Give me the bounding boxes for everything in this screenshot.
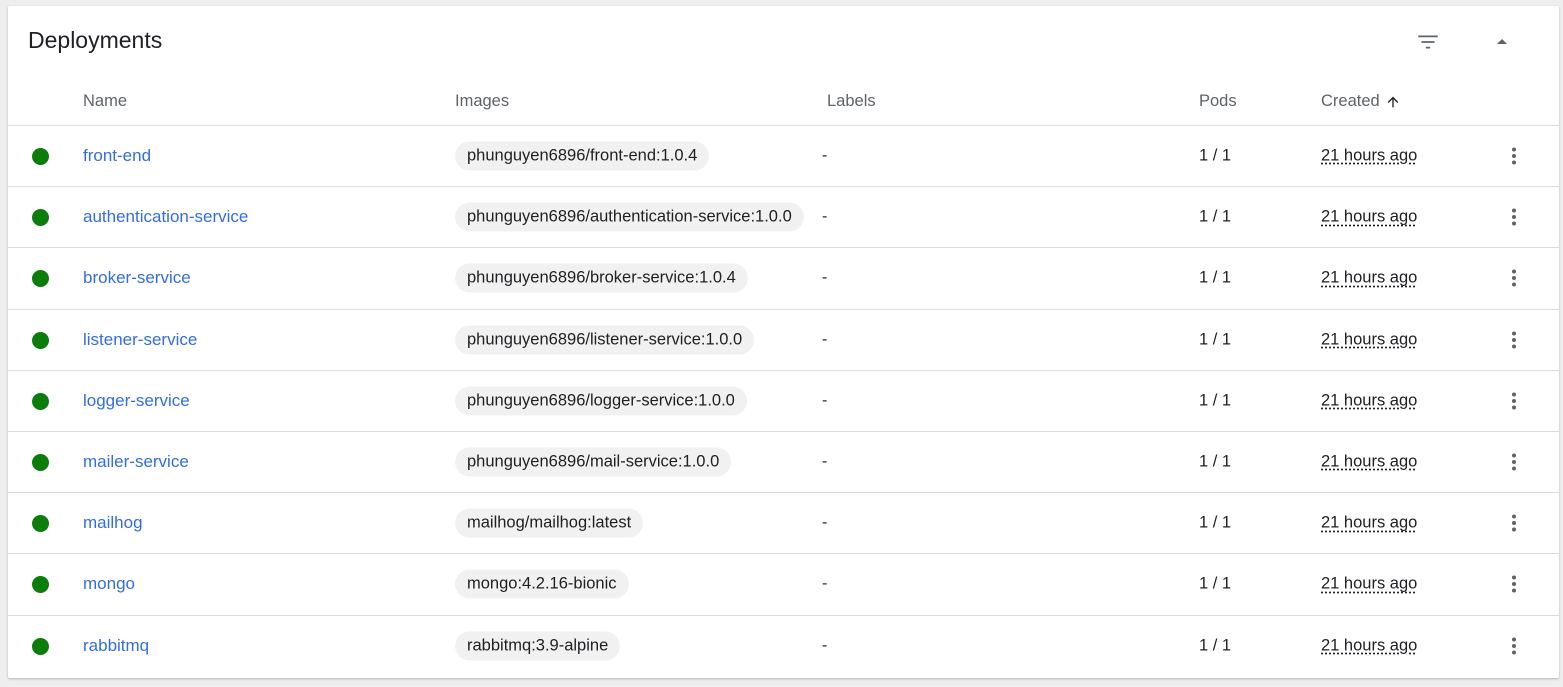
more-vert-icon <box>1512 269 1516 287</box>
pods-value: 1 / 1 <box>1199 146 1232 165</box>
table-row: mailer-service phunguyen6896/mail-servic… <box>8 432 1559 494</box>
labels-value: - <box>822 453 828 471</box>
status-ok-icon <box>32 209 49 227</box>
labels-value: - <box>822 391 828 409</box>
labels-value: - <box>822 269 828 287</box>
row-actions-button[interactable] <box>1496 199 1532 235</box>
table-row: mailhog mailhog/mailhog:latest - 1 / 1 2… <box>8 493 1559 555</box>
column-header-name: Name <box>83 92 128 110</box>
row-actions-button[interactable] <box>1496 505 1532 541</box>
column-header-created[interactable]: Created <box>1321 92 1401 111</box>
status-ok-icon <box>32 331 49 349</box>
arrow-drop-up-icon <box>1497 39 1507 44</box>
labels-value: - <box>822 147 828 165</box>
pods-value: 1 / 1 <box>1199 207 1232 226</box>
deployment-name-link[interactable]: listener-service <box>83 330 197 350</box>
row-actions-button[interactable] <box>1496 322 1532 358</box>
status-ok-icon <box>32 515 49 533</box>
arrow-upward-icon <box>1387 96 1399 107</box>
table-row: front-end phunguyen6896/front-end:1.0.4 … <box>8 126 1559 188</box>
created-value: 21 hours ago <box>1321 207 1418 226</box>
pods-value: 1 / 1 <box>1199 330 1232 349</box>
deployment-name-link[interactable]: mongo <box>83 574 135 594</box>
labels-value: - <box>822 637 828 655</box>
table-row: broker-service phunguyen6896/broker-serv… <box>8 248 1559 310</box>
table-row: rabbitmq rabbitmq:3.9-alpine - 1 / 1 21 … <box>8 616 1559 677</box>
image-chip: rabbitmq:3.9-alpine <box>455 631 621 661</box>
image-chip: phunguyen6896/mail-service:1.0.0 <box>455 447 732 477</box>
status-ok-icon <box>32 576 49 594</box>
card-header: Deployments <box>8 6 1559 78</box>
deployment-name-link[interactable]: mailhog <box>83 513 143 533</box>
labels-value: - <box>822 330 828 348</box>
table-row: listener-service phunguyen6896/listener-… <box>8 310 1559 371</box>
column-header-created-label: Created <box>1321 92 1380 110</box>
filter-list-icon <box>1418 35 1438 49</box>
image-chip: phunguyen6896/authentication-service:1.0… <box>455 202 804 232</box>
deployment-name-link[interactable]: logger-service <box>83 391 190 411</box>
row-actions-button[interactable] <box>1496 444 1532 480</box>
deployment-name-link[interactable]: rabbitmq <box>83 636 149 656</box>
labels-value: - <box>822 208 828 226</box>
pods-value: 1 / 1 <box>1199 513 1232 532</box>
status-ok-icon <box>32 454 49 472</box>
created-value: 21 hours ago <box>1321 391 1418 410</box>
status-ok-icon <box>32 148 49 166</box>
table-row: authentication-service phunguyen6896/aut… <box>8 187 1559 249</box>
pods-value: 1 / 1 <box>1199 636 1232 655</box>
more-vert-icon <box>1512 331 1516 349</box>
created-value: 21 hours ago <box>1321 636 1418 655</box>
created-value: 21 hours ago <box>1321 574 1418 593</box>
deployment-name-link[interactable]: broker-service <box>83 268 191 288</box>
table-row: logger-service phunguyen6896/logger-serv… <box>8 371 1559 432</box>
more-vert-icon <box>1512 637 1516 655</box>
deployment-name-link[interactable]: authentication-service <box>83 207 248 227</box>
table-header: Name Images Labels Pods Created <box>8 78 1559 126</box>
image-chip: mailhog/mailhog:latest <box>455 508 644 538</box>
deployment-name-link[interactable]: front-end <box>83 146 151 166</box>
status-ok-icon <box>32 392 49 410</box>
status-ok-icon <box>32 638 49 656</box>
image-chip: phunguyen6896/listener-service:1.0.0 <box>455 325 755 355</box>
column-header-pods: Pods <box>1199 92 1237 110</box>
more-vert-icon <box>1512 392 1516 410</box>
more-vert-icon <box>1512 147 1516 165</box>
pods-value: 1 / 1 <box>1199 268 1232 287</box>
more-vert-icon <box>1512 453 1516 471</box>
row-actions-button[interactable] <box>1496 260 1532 296</box>
more-vert-icon <box>1512 514 1516 532</box>
row-actions-button[interactable] <box>1496 383 1532 419</box>
collapse-button[interactable] <box>1482 22 1522 62</box>
row-actions-button[interactable] <box>1496 138 1532 174</box>
filter-button[interactable] <box>1408 22 1448 62</box>
deployments-card: Deployments Name Images Labels Pods Crea… <box>8 6 1559 678</box>
image-chip: phunguyen6896/front-end:1.0.4 <box>455 141 710 171</box>
row-actions-button[interactable] <box>1496 566 1532 602</box>
image-chip: phunguyen6896/logger-service:1.0.0 <box>455 386 747 416</box>
pods-value: 1 / 1 <box>1199 391 1232 410</box>
table-body: front-end phunguyen6896/front-end:1.0.4 … <box>8 126 1559 677</box>
column-header-images: Images <box>455 92 510 110</box>
image-chip: mongo:4.2.16-bionic <box>455 569 629 599</box>
labels-value: - <box>822 514 828 532</box>
card-title: Deployments <box>28 27 163 53</box>
labels-value: - <box>822 575 828 593</box>
created-value: 21 hours ago <box>1321 452 1418 471</box>
more-vert-icon <box>1512 208 1516 226</box>
image-chip: phunguyen6896/broker-service:1.0.4 <box>455 263 748 293</box>
deployment-name-link[interactable]: mailer-service <box>83 452 189 472</box>
more-vert-icon <box>1512 575 1516 593</box>
created-value: 21 hours ago <box>1321 513 1418 532</box>
created-value: 21 hours ago <box>1321 268 1418 287</box>
table-row: mongo mongo:4.2.16-bionic - 1 / 1 21 hou… <box>8 554 1559 616</box>
status-ok-icon <box>32 270 49 288</box>
created-value: 21 hours ago <box>1321 330 1418 349</box>
pods-value: 1 / 1 <box>1199 574 1232 593</box>
created-value: 21 hours ago <box>1321 146 1418 165</box>
column-header-labels: Labels <box>827 92 876 110</box>
pods-value: 1 / 1 <box>1199 452 1232 471</box>
row-actions-button[interactable] <box>1496 628 1532 664</box>
